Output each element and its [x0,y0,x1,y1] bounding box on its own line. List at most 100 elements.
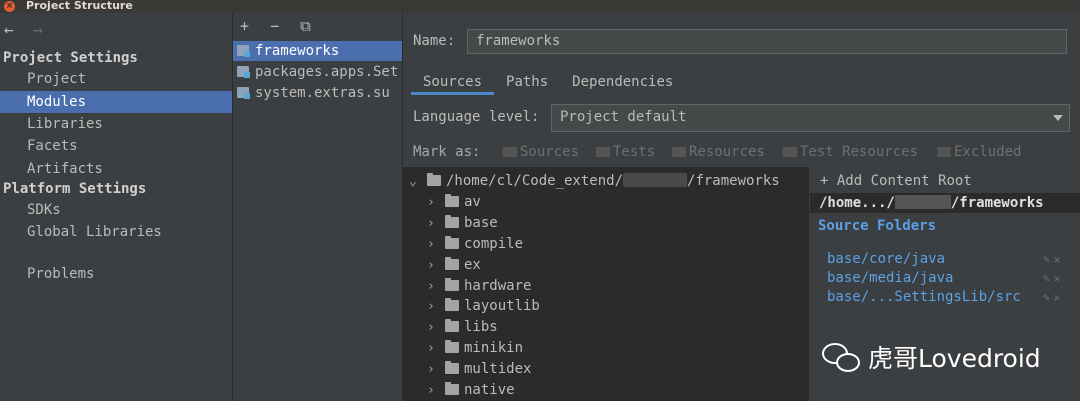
redacted-segment [894,195,951,209]
watermark: 虎哥Lovedroid [822,339,1041,375]
source-folder-actions: ✎✕ [1043,269,1064,288]
forward-arrow-icon[interactable]: → [33,20,43,39]
sidebar-item-problems[interactable]: Problems [0,263,232,285]
tree-row[interactable]: › native [427,380,515,400]
folder-icon [937,147,951,157]
tree-row[interactable]: › hardware [427,276,531,296]
module-label: frameworks [255,43,340,59]
tree-row[interactable]: › multidex [427,359,531,379]
source-folder-item[interactable]: base/core/java [827,250,945,269]
folder-icon [445,194,459,207]
remove-module-icon[interactable]: − [270,17,285,35]
window-title: Project Structure [26,0,133,12]
tree-row[interactable]: › minikin [427,338,523,358]
sidebar-item-artifacts[interactable]: Artifacts [0,158,232,180]
module-icon [237,87,250,99]
close-icon[interactable]: ✕ [1054,253,1065,266]
chevron-right-icon: › [427,195,435,210]
folder-icon [445,215,459,228]
source-folder-item[interactable]: base/media/java [827,269,953,288]
project-settings-header: Project Settings [3,50,138,66]
module-icon [237,66,250,78]
back-arrow-icon[interactable]: ← [4,20,14,39]
close-icon[interactable]: ✕ [1054,272,1065,285]
module-icon [237,45,250,57]
modules-panel: + − ⧉ frameworks packages.apps.Set syste… [233,13,402,401]
module-label: system.extras.su [255,85,390,101]
sidebar-item-sdks[interactable]: SDKs [0,199,232,221]
name-field[interactable]: frameworks [467,29,1067,54]
mark-as-test-resources-button[interactable]: Test Resources [783,144,918,160]
sidebar-item-project[interactable]: Project [0,68,232,90]
chevron-down-icon[interactable]: ⌄ [409,172,427,192]
edit-icon[interactable]: ✎ [1043,272,1054,285]
mark-as-resources-button[interactable]: Resources [672,144,765,160]
sidebar-item-global-libraries[interactable]: Global Libraries [0,221,232,243]
edit-icon[interactable]: ✎ [1043,253,1054,266]
folder-icon [445,257,459,270]
folder-icon [445,382,459,395]
edit-icon[interactable]: ✎ [1043,291,1054,304]
folder-icon [672,147,686,157]
chevron-right-icon: › [427,258,435,273]
source-folder-actions: ✎✕ [1043,288,1064,307]
chevron-right-icon: › [427,216,435,231]
module-label: packages.apps.Set [255,64,399,80]
tab-sources[interactable]: Sources [411,71,495,95]
close-icon[interactable]: ✕ [1054,291,1065,304]
folder-icon [445,340,459,353]
chevron-right-icon: › [427,237,435,252]
watermark-text: 虎哥Lovedroid [868,344,1041,373]
tree-row[interactable]: › ex [427,255,481,275]
folder-icon [445,278,459,291]
module-item-frameworks[interactable]: frameworks [233,41,402,61]
tree-row[interactable]: › av [427,192,481,212]
tab-dependencies[interactable]: Dependencies [560,71,685,95]
language-level-value: Project default [560,109,687,125]
tree-row[interactable]: › base [427,213,498,233]
source-folder-item[interactable]: base/...SettingsLib/src [827,288,1021,307]
mark-as-excluded-button[interactable]: Excluded [937,144,1021,160]
close-icon[interactable]: × [4,1,15,12]
chevron-right-icon: › [427,320,435,335]
mark-as-label: Mark as: [413,144,481,160]
tree-root-row[interactable]: ⌄/home/cl/Code_extend//frameworks [409,171,780,191]
language-level-label: Language level: [413,109,540,125]
mark-as-sources-button[interactable]: Sources [503,144,579,160]
chevron-right-icon: › [427,383,435,398]
folder-icon [445,361,459,374]
sidebar-item-libraries[interactable]: Libraries [0,113,232,135]
platform-settings-header: Platform Settings [3,181,147,197]
source-folder-actions: ✎✕ [1043,250,1064,269]
content-root-path[interactable]: /home...//frameworks [810,193,1080,213]
settings-sidebar: ← → Project Settings Project Modules Lib… [0,13,232,401]
wechat-icon [822,343,862,373]
add-content-root-button[interactable]: + Add Content Root [820,173,972,189]
source-folders-header: Source Folders [818,218,937,234]
copy-module-icon[interactable]: ⧉ [300,17,317,35]
sidebar-item-modules[interactable]: Modules [0,91,232,113]
tab-paths[interactable]: Paths [494,71,560,95]
mark-as-tests-button[interactable]: Tests [596,144,655,160]
language-level-select[interactable]: Project default [551,104,1070,132]
redacted-segment [623,173,688,187]
folder-icon [783,147,797,157]
module-item-system-extras[interactable]: system.extras.su [233,83,402,103]
tree-row[interactable]: › layoutlib [427,296,540,316]
content-root-tree: ⌄/home/cl/Code_extend//frameworks › av › b… [403,167,809,401]
folder-icon [503,147,517,157]
modules-toolbar: + − ⧉ [240,17,317,35]
chevron-down-icon [1053,115,1063,121]
title-bar: × Project Structure [0,0,1080,13]
sidebar-item-facets[interactable]: Facets [0,135,232,157]
nav-arrows: ← → [4,20,43,39]
plus-icon: + [820,173,829,189]
folder-icon [596,147,610,157]
tree-row[interactable]: › compile [427,234,523,254]
folder-icon [445,319,459,332]
add-module-icon[interactable]: + [240,17,255,35]
tree-row[interactable]: › libs [427,317,498,337]
folder-icon [427,173,441,186]
folder-icon [445,236,459,249]
module-item-packages[interactable]: packages.apps.Set [233,62,402,82]
